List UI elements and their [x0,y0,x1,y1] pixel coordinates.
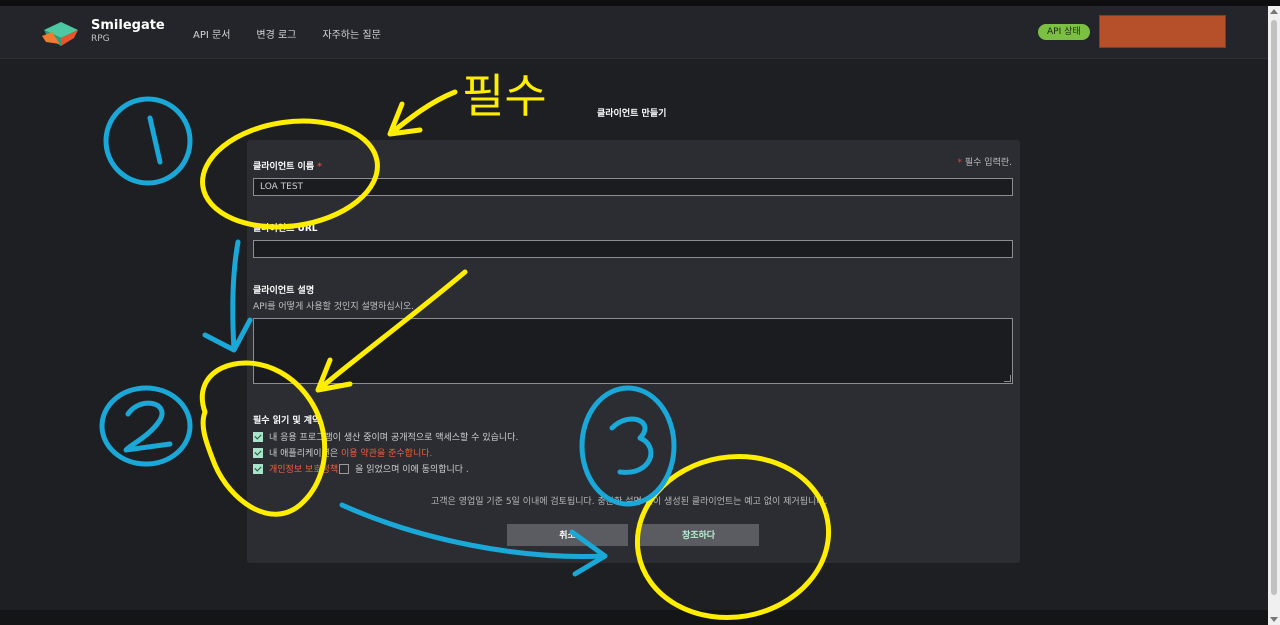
agreement-row-privacy: 개인정보 보호정책 을 읽었으며 이에 동의합니다 . [253,462,469,475]
client-description-wrapper [253,318,1013,384]
annotation-circle-number-one [103,96,193,186]
annotation-number-two-stroke [123,400,173,453]
client-description-label: 클라이언트 설명 [253,286,315,296]
client-url-input[interactable] [253,240,1013,258]
scroll-up-arrow-icon[interactable] [1270,9,1278,14]
review-notice: 고객은 영업일 기준 5일 이내에 검토됩니다. 충분한 설명 없이 생성된 클… [431,497,828,507]
client-name-label: 클라이언트 이름 * [253,159,322,172]
page-scrollbar[interactable] [1268,6,1280,625]
client-name-input[interactable] [253,178,1013,196]
create-client-form: * 필수 입력란. 클라이언트 이름 * 클라이언트 URL 클라이언트 설명 … [247,140,1020,563]
client-description-textarea[interactable] [253,318,1013,384]
nav-faq[interactable]: 자주하는 질문 [322,26,380,41]
agreement-terms-prefix: 내 애플리케이션은 [269,449,339,459]
nav-api-docs[interactable]: API 문서 [193,26,230,41]
privacy-policy-link[interactable]: 개인정보 보호정책 [269,462,338,475]
agreement-terms-checkbox[interactable] [253,447,263,458]
required-note: * 필수 입력란. [958,155,1013,168]
create-client-button[interactable]: 창조하다 [638,524,759,546]
agreement-privacy-extra-checkbox[interactable] [339,463,350,474]
agreement-public-checkbox[interactable] [253,431,263,442]
brand-name: Smilegate [91,18,165,33]
client-name-label-text: 클라이언트 이름 [253,162,315,172]
client-description-hint: API를 어떻게 사용할 것인지 설명하십시오. [253,302,415,312]
terms-of-service-link[interactable]: 이용 약관을 준수합니다. [341,446,432,459]
smilegate-logo-icon[interactable] [40,18,82,48]
api-status-badge[interactable]: API 상태 [1038,24,1090,40]
required-star: * [957,158,963,168]
nav-changelog[interactable]: 변경 로그 [256,26,296,41]
site-footer [0,610,1268,625]
required-note-text: 필수 입력란. [964,158,1012,168]
textarea-resize-grip[interactable] [1004,375,1011,382]
agreement-row-terms: 내 애플리케이션은 이용 약관을 준수합니다. [253,446,432,459]
annotation-circle-number-two [99,385,193,467]
annotation-required-text: 필수 [462,69,547,123]
scroll-down-arrow-icon[interactable] [1270,617,1278,622]
agreement-public-text: 내 응용 프로그램이 생산 중이며 공개적으로 액세스할 수 있습니다. [269,433,519,443]
agreement-privacy-checkbox[interactable] [253,463,263,474]
client-url-label: 클라이언트 URL [253,224,318,234]
cancel-button[interactable]: 취소 [507,524,628,546]
annotation-arrow-required [387,89,458,137]
brand-sub: RPG [91,34,110,44]
annotation-number-one-stroke [147,115,163,165]
agreements-title: 필수 읽기 및 계약 [253,416,321,426]
brand[interactable]: Smilegate RPG [91,19,165,44]
annotation-arrow-down-step [202,239,253,353]
site-header: Smilegate RPG API 문서 변경 로그 자주하는 질문 API 상… [0,6,1268,59]
main-nav: API 문서 변경 로그 자주하는 질문 [193,26,407,41]
agreement-row-public: 내 응용 프로그램이 생산 중이며 공개적으로 액세스할 수 있습니다. [253,430,518,443]
scroll-thumb[interactable] [1271,20,1277,595]
user-account-button[interactable] [1099,15,1226,48]
page-title: 클라이언트 만들기 [597,109,667,119]
agreement-privacy-suffix: 을 읽었으며 이에 동의합니다 . [355,465,469,475]
client-name-required-star: * [317,162,322,172]
